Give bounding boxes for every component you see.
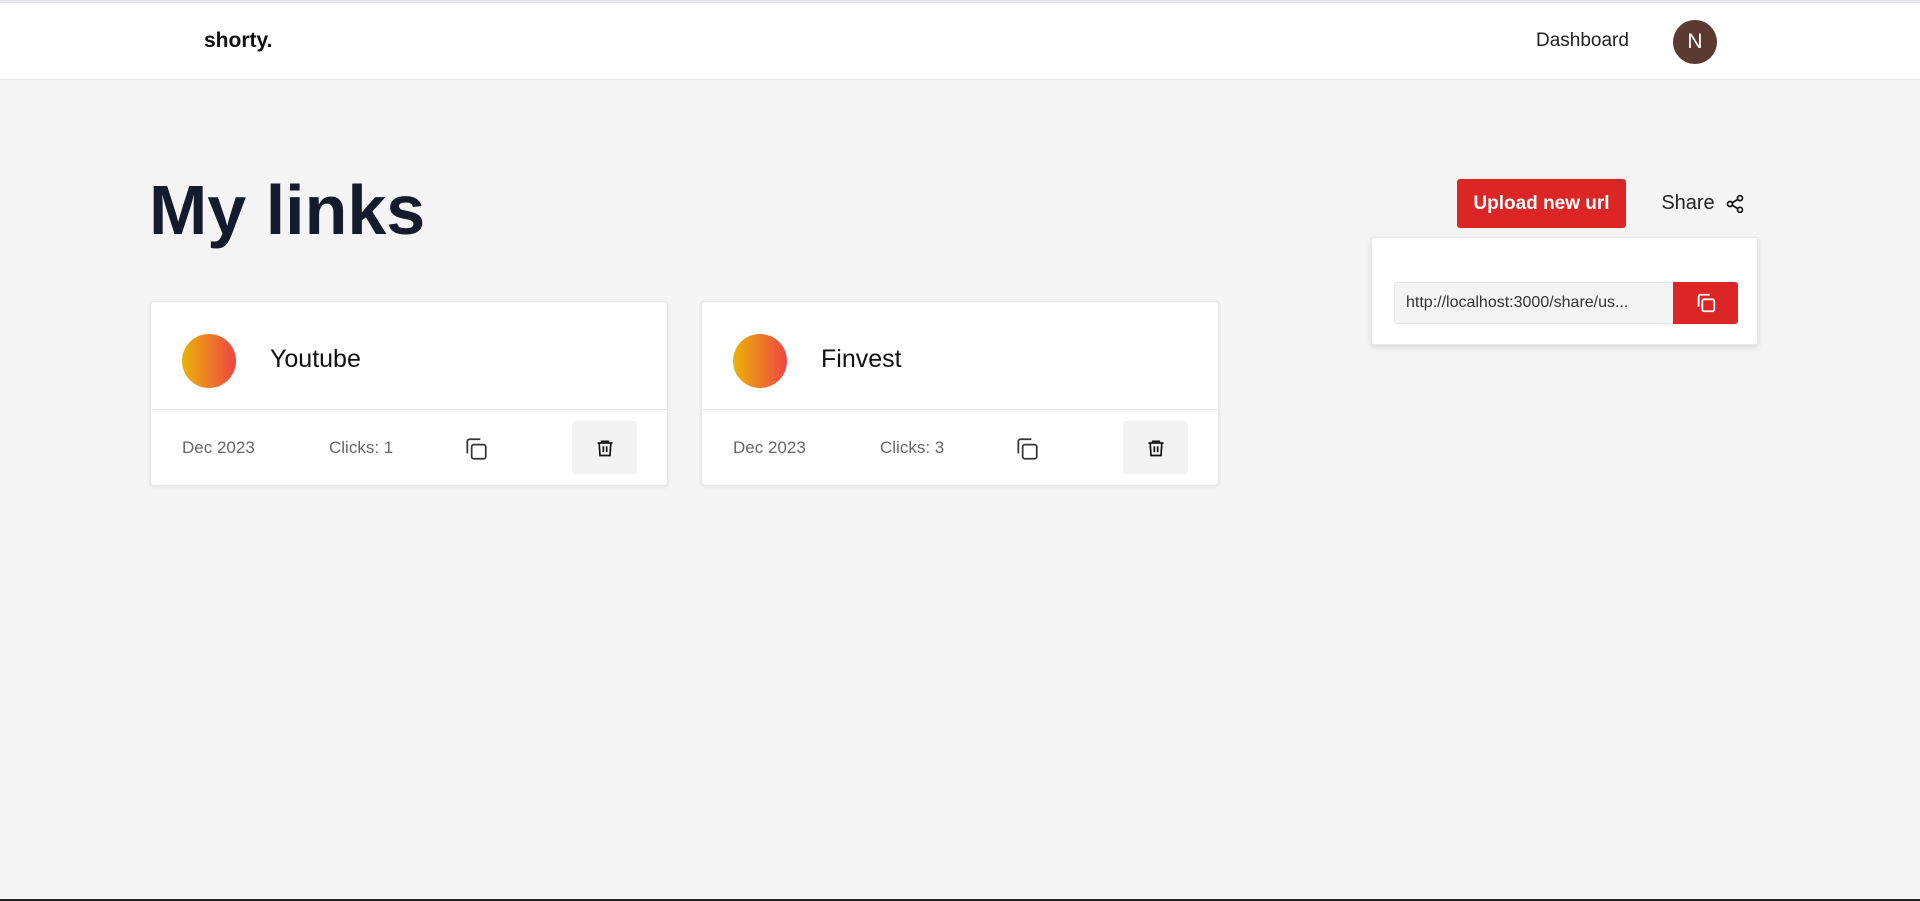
link-card-header: Finvest — [702, 302, 1218, 410]
link-card: Youtube Dec 2023 Clicks: 1 — [150, 301, 668, 486]
link-card: Finvest Dec 2023 Clicks: 3 — [701, 301, 1219, 486]
link-card-footer: Dec 2023 Clicks: 1 — [151, 410, 667, 486]
copy-icon — [466, 438, 487, 460]
trash-icon — [1148, 440, 1163, 456]
delete-link-button[interactable] — [572, 421, 637, 474]
trash-icon — [597, 440, 612, 456]
link-card-footer: Dec 2023 Clicks: 3 — [702, 410, 1218, 486]
share-icon — [1726, 194, 1744, 213]
navbar: shorty. Dashboard N — [0, 3, 1920, 80]
link-name[interactable]: Youtube — [270, 345, 361, 374]
link-date: Dec 2023 — [733, 438, 806, 457]
app-logo[interactable]: shorty. — [204, 29, 272, 53]
avatar[interactable]: N — [1673, 20, 1717, 64]
link-icon-gradient — [733, 334, 787, 388]
copy-link-button[interactable] — [1012, 434, 1042, 464]
page-title: My links — [149, 171, 426, 249]
link-date: Dec 2023 — [182, 438, 255, 457]
share-copy-button[interactable] — [1673, 282, 1738, 324]
link-clicks: Clicks: 3 — [880, 438, 945, 457]
link-clicks: Clicks: 1 — [329, 438, 394, 457]
upload-new-url-button[interactable]: Upload new url — [1457, 179, 1626, 228]
share-url-input[interactable] — [1394, 282, 1673, 324]
share-popover — [1371, 237, 1758, 345]
link-card-header: Youtube — [151, 302, 667, 410]
delete-link-button[interactable] — [1123, 421, 1188, 474]
copy-icon — [1017, 438, 1038, 460]
link-icon-gradient — [182, 334, 236, 388]
share-button[interactable]: Share — [1650, 179, 1756, 228]
nav-dashboard-link[interactable]: Dashboard — [1536, 30, 1629, 52]
copy-link-button[interactable] — [461, 434, 491, 464]
share-button-label: Share — [1661, 192, 1715, 214]
copy-icon — [1697, 293, 1715, 313]
link-name[interactable]: Finvest — [821, 345, 902, 374]
